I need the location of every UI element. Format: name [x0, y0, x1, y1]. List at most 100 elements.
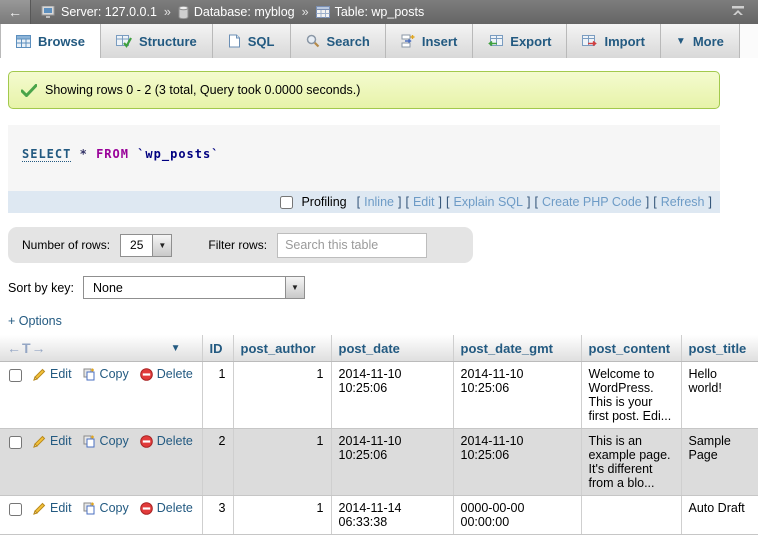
column-move-icons[interactable]: ←T→	[7, 340, 47, 356]
browse-icon	[16, 35, 31, 48]
tab-label: Browse	[38, 34, 85, 49]
column-header-id[interactable]: ID	[202, 335, 233, 362]
filter-rows-input[interactable]	[277, 233, 427, 258]
row-checkbox[interactable]	[9, 503, 22, 516]
select-arrow-icon: ▼	[285, 277, 304, 298]
breadcrumb-server[interactable]: Server: 127.0.0.1	[61, 5, 157, 19]
row-checkbox[interactable]	[9, 369, 22, 382]
cell-post-date-gmt: 2014-11-10 10:25:06	[453, 362, 581, 429]
edit-row-link[interactable]: Edit	[33, 501, 72, 515]
bracket: ]	[646, 195, 649, 209]
tab-import[interactable]: Import	[567, 24, 660, 58]
cell-post-content: This is an example page. It's different …	[581, 429, 681, 496]
copy-icon	[83, 502, 96, 515]
row-options-caret-icon[interactable]: ▼	[171, 343, 181, 354]
table-row: Edit Copy Delete 1 1 2014-11-10 10:25:06…	[0, 362, 758, 429]
bracket: ]	[709, 195, 712, 209]
cell-post-date-gmt: 2014-11-10 10:25:06	[453, 429, 581, 496]
tab-label: Search	[327, 34, 370, 49]
delete-label: Delete	[157, 501, 193, 515]
copy-row-link[interactable]: Copy	[83, 434, 129, 448]
column-header-post-content[interactable]: post_content	[581, 335, 681, 362]
copy-icon	[83, 368, 96, 381]
row-checkbox[interactable]	[9, 436, 22, 449]
tab-label: Import	[604, 34, 644, 49]
number-of-rows-select[interactable]: 25 ▼	[120, 234, 172, 257]
tab-browse[interactable]: Browse	[0, 24, 101, 58]
number-of-rows-label: Number of rows:	[22, 238, 110, 252]
delete-icon	[140, 435, 153, 448]
column-header-post-date[interactable]: post_date	[331, 335, 453, 362]
import-icon	[582, 35, 597, 48]
breadcrumb-table[interactable]: Table: wp_posts	[335, 5, 425, 19]
profiling-checkbox[interactable]	[280, 196, 293, 209]
table-row: Edit Copy Delete 2 1 2014-11-10 10:25:06…	[0, 429, 758, 496]
cell-post-content: Welcome to WordPress. This is your first…	[581, 362, 681, 429]
sort-by-key-value: None	[84, 277, 132, 298]
pencil-icon	[33, 368, 46, 381]
sql-keyword-select[interactable]: SELECT	[22, 147, 71, 162]
tab-insert[interactable]: Insert	[386, 24, 473, 58]
tab-search[interactable]: Search	[291, 24, 386, 58]
edit-row-link[interactable]: Edit	[33, 434, 72, 448]
delete-label: Delete	[157, 434, 193, 448]
cell-post-author: 1	[233, 496, 331, 535]
tab-label: Export	[510, 34, 551, 49]
sort-row: Sort by key: None ▼	[8, 276, 758, 299]
column-header-post-date-gmt[interactable]: post_date_gmt	[453, 335, 581, 362]
breadcrumb-separator: »	[302, 5, 309, 19]
edit-label: Edit	[50, 501, 72, 515]
delete-row-link[interactable]: Delete	[140, 434, 193, 448]
sql-star: *	[80, 147, 88, 161]
cell-post-date: 2014-11-10 10:25:06	[331, 429, 453, 496]
server-icon	[41, 6, 56, 19]
pencil-icon	[33, 435, 46, 448]
sql-keyword-from: FROM	[96, 147, 129, 161]
filter-rows-label: Filter rows:	[208, 238, 267, 252]
delete-icon	[140, 368, 153, 381]
bracket: ]	[439, 195, 442, 209]
edit-sql-link[interactable]: Edit	[413, 195, 435, 209]
back-button[interactable]: ←	[0, 0, 31, 24]
copy-row-link[interactable]: Copy	[83, 501, 129, 515]
main-content: Showing rows 0 - 2 (3 total, Query took …	[0, 71, 758, 328]
tab-label: SQL	[248, 34, 275, 49]
breadcrumb-separator: »	[164, 5, 171, 19]
success-check-icon	[21, 84, 37, 97]
inline-link[interactable]: Inline	[364, 195, 394, 209]
copy-row-link[interactable]: Copy	[83, 367, 129, 381]
profiling-label: Profiling	[301, 195, 346, 209]
create-php-code-link[interactable]: Create PHP Code	[542, 195, 642, 209]
breadcrumb-database[interactable]: Database: myblog	[194, 5, 295, 19]
cell-post-date: 2014-11-14 06:33:38	[331, 496, 453, 535]
copy-label: Copy	[100, 434, 129, 448]
cell-id: 1	[202, 362, 233, 429]
cell-post-title: Auto Draft	[681, 496, 758, 535]
cell-id: 2	[202, 429, 233, 496]
delete-row-link[interactable]: Delete	[140, 501, 193, 515]
cell-post-author: 1	[233, 362, 331, 429]
copy-label: Copy	[100, 367, 129, 381]
delete-icon	[140, 502, 153, 515]
tab-sql[interactable]: SQL	[213, 24, 291, 58]
tab-export[interactable]: Export	[473, 24, 567, 58]
tab-structure[interactable]: Structure	[101, 24, 213, 58]
column-header-post-title[interactable]: post_title	[681, 335, 758, 362]
insert-icon	[401, 34, 415, 48]
delete-row-link[interactable]: Delete	[140, 367, 193, 381]
sort-by-key-label: Sort by key:	[8, 281, 74, 295]
sort-by-key-select[interactable]: None ▼	[83, 276, 305, 299]
cell-post-date: 2014-11-10 10:25:06	[331, 362, 453, 429]
options-toggle[interactable]: + Options	[8, 314, 62, 328]
edit-row-link[interactable]: Edit	[33, 367, 72, 381]
structure-icon	[116, 35, 132, 48]
explain-sql-link[interactable]: Explain SQL	[453, 195, 522, 209]
collapse-navigation-icon[interactable]	[730, 4, 746, 18]
cell-post-author: 1	[233, 429, 331, 496]
cell-post-title: Sample Page	[681, 429, 758, 496]
tab-more[interactable]: ▼ More	[661, 24, 740, 58]
pencil-icon	[33, 502, 46, 515]
column-header-post-author[interactable]: post_author	[233, 335, 331, 362]
results-table: ←T→ ▼ ID post_author post_date post_date…	[0, 335, 758, 535]
refresh-link[interactable]: Refresh	[661, 195, 705, 209]
